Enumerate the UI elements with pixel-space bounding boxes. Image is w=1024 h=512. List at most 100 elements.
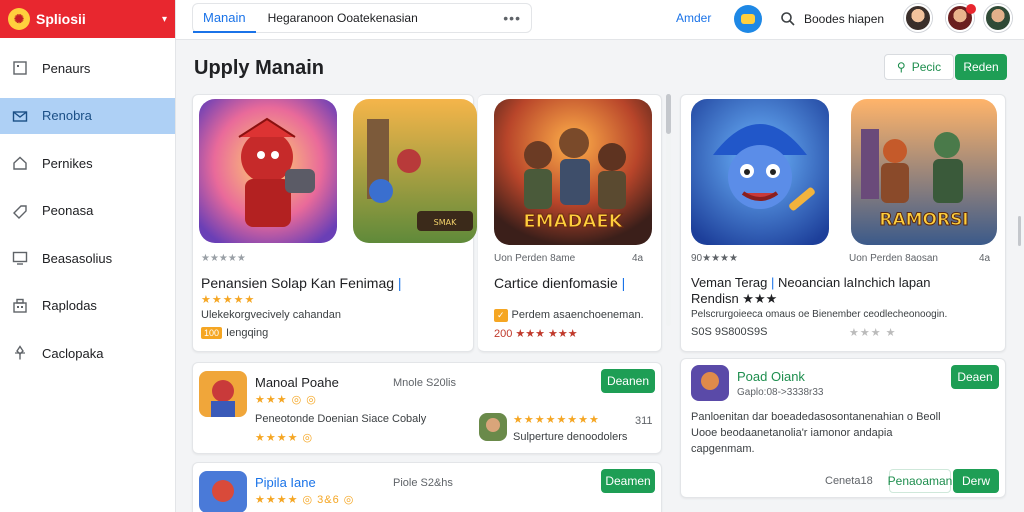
app-icon[interactable] — [691, 365, 729, 401]
star-rating: ★★★ ◎ ◎ — [255, 394, 317, 406]
game-art[interactable]: EMADAEK — [494, 99, 652, 245]
brand-logo-icon: ✺ — [8, 8, 30, 30]
top-bar: Manain Hegaranoon Ooatekenasian ••• Amde… — [176, 0, 1024, 40]
sidebar-item-2[interactable]: Pernikes — [0, 145, 175, 181]
sidebar-item-1[interactable]: Renobra — [0, 97, 175, 134]
avatar[interactable] — [984, 4, 1012, 32]
featured-card[interactable]: SMAK ★★★★★ Penansien Solap Kan Fenimag |… — [192, 94, 477, 352]
square-icon — [12, 60, 28, 76]
app-desc-line: Panloenitan dar boeadedasosontanenahian … — [691, 411, 941, 423]
sidebar-item-label: Pernikes — [42, 155, 93, 171]
star-rating: ★★★★ ◎ 3&6 ◎ — [255, 494, 355, 506]
home-icon — [12, 155, 28, 171]
price-badge: 100 — [201, 327, 223, 339]
notification-badge-icon[interactable] — [734, 5, 762, 33]
scrollbar-thumb[interactable] — [666, 94, 671, 134]
tab-subtitle[interactable]: Hegaranoon Ooatekenasian — [268, 11, 504, 25]
primary-button[interactable]: Derw — [953, 469, 999, 493]
brand-bar[interactable]: ✺ Spliosii ▾ — [0, 0, 175, 38]
app-icon[interactable] — [199, 471, 247, 512]
sidebar: ✺ Spliosii ▾ Penaurs Renobra Pernikes Pe… — [0, 0, 176, 512]
app-title[interactable]: Penansien Solap Kan Fenimag | — [201, 275, 402, 291]
star-rating: ★★★ ★ — [849, 327, 897, 339]
sidebar-item-3[interactable]: Peonasa — [0, 193, 175, 229]
secondary-button[interactable]: ⚲ Pecic — [884, 54, 954, 80]
scrollbar-thumb[interactable] — [1018, 216, 1021, 246]
app-sub-desc: Sulperture denoodolers — [513, 431, 628, 443]
app-desc-line: capgenmam. — [691, 443, 755, 455]
top-link[interactable]: Amder — [676, 11, 711, 25]
featured-card[interactable]: RAMORSI 90★★★★ Uon Perden 8aosan 4a Vema… — [680, 94, 1006, 352]
sidebar-item-label: Raplodas — [42, 298, 97, 313]
sidebar-item-4[interactable]: Beasasolius — [0, 240, 175, 276]
search-box[interactable]: Boodes hiapen — [780, 5, 900, 33]
primary-button[interactable]: Reden — [955, 54, 1007, 80]
search-text: Boodes hiapen — [804, 12, 885, 26]
app-desc-line: Uooe beodaanetanolia'r iamonor andapia — [691, 427, 893, 439]
list-card[interactable]: Manoal Poahe Mnole S20lis ★★★ ◎ ◎ Peneot… — [192, 362, 662, 454]
monitor-icon — [12, 250, 28, 266]
game-art[interactable] — [199, 99, 337, 243]
tab-strip: Manain Hegaranoon Ooatekenasian ••• — [192, 3, 532, 33]
featured-card[interactable]: EMADAEK Uon Perden 8ame 4a Cartice dienf… — [478, 94, 662, 352]
app-icon[interactable] — [479, 413, 507, 441]
sidebar-item-label: Caclopaka — [42, 345, 104, 361]
detail-card[interactable]: Poad Oiank Gaplo:08->3338r33 Deaen Panlo… — [680, 358, 1006, 498]
game-art[interactable] — [691, 99, 829, 245]
meta-right: 4a — [632, 253, 644, 264]
tag-icon — [12, 203, 28, 219]
app-name[interactable]: Poad Oiank — [737, 369, 805, 384]
list-card[interactable]: Pipila Iane Piole S2&hs ★★★★ ◎ 3&6 ◎ Dea… — [192, 462, 662, 512]
avatar[interactable] — [904, 4, 932, 32]
svg-text:SMAK: SMAK — [434, 218, 457, 227]
app-name[interactable]: Manoal Poahe — [255, 375, 339, 390]
meta-right: 4a — [979, 253, 991, 264]
rating-meta: ★★★★★ — [201, 253, 246, 264]
star-rating: ★★★★★★★★ — [513, 414, 600, 426]
install-button[interactable]: Deaen — [951, 365, 999, 389]
sidebar-nav: Penaurs Renobra Pernikes Peonasa Beasaso… — [0, 50, 175, 371]
svg-text:RAMORSI: RAMORSI — [879, 210, 968, 230]
app-desc: ✓ Perdem asaenchoeneman. — [494, 309, 644, 322]
sidebar-item-label: Peonasa — [42, 203, 94, 218]
meta-left: Uon Perden 8ame — [494, 253, 576, 264]
game-art[interactable]: SMAK — [353, 99, 477, 243]
review-count: 311 — [635, 415, 653, 427]
secondary-button[interactable]: Penaoaman — [888, 469, 952, 493]
install-button[interactable]: Deamen — [601, 469, 655, 493]
sidebar-item-label: Beasasolius — [42, 250, 113, 266]
sidebar-item-5[interactable]: Raplodas — [0, 288, 175, 324]
app-desc: Peneotonde Doenian Siace Cobaly — [255, 413, 427, 425]
install-button[interactable]: Deanen — [601, 369, 655, 393]
more-icon[interactable]: ••• — [503, 10, 531, 26]
app-info: Mnole S20lis — [393, 377, 456, 389]
search-icon — [781, 12, 795, 26]
app-icon[interactable] — [199, 371, 247, 417]
app-desc: Pelscrurgoieeca omaus oe Bienember ceodl… — [691, 309, 948, 320]
sidebar-item-6[interactable]: Caclopaka — [0, 335, 175, 371]
footer-count: Ceneta18 — [825, 475, 873, 487]
app-title[interactable]: Cartice dienfomasie | — [494, 275, 625, 291]
app-title[interactable]: Veman Terag | Neoancian laInchich lapan — [691, 275, 931, 290]
star-rating: ★★★★ ◎ — [255, 432, 314, 444]
chevron-down-icon[interactable]: ▾ — [162, 14, 167, 25]
page-title: Upply Manain — [194, 57, 325, 79]
pin-icon — [12, 345, 28, 361]
tab-main[interactable]: Manain — [193, 3, 256, 33]
game-art[interactable]: RAMORSI — [851, 99, 997, 245]
app-sub: Gaplo:08->3338r33 — [737, 387, 824, 398]
app-tag-line: 100 Iengqing — [201, 327, 268, 339]
sidebar-item-label: Renobra — [42, 108, 92, 123]
status-dot — [966, 4, 976, 14]
app-info: Piole S2&hs — [393, 477, 453, 489]
building-icon — [12, 298, 28, 314]
app-code: S0S 9S800S9S — [691, 326, 768, 338]
sidebar-item-0[interactable]: Penaurs — [0, 50, 175, 86]
app-name[interactable]: Pipila Iane — [255, 475, 316, 490]
meta-left: Uon Perden 8aosan — [849, 253, 938, 264]
app-desc: Ulekekorgvecively cahandan — [201, 309, 342, 321]
svg-text:EMADAEK: EMADAEK — [523, 211, 623, 232]
brand-name: Spliosii — [36, 11, 86, 27]
rating-line: 200 ★★★ ★★★ — [494, 328, 578, 340]
star-rating: ★★★★★ — [201, 294, 256, 306]
